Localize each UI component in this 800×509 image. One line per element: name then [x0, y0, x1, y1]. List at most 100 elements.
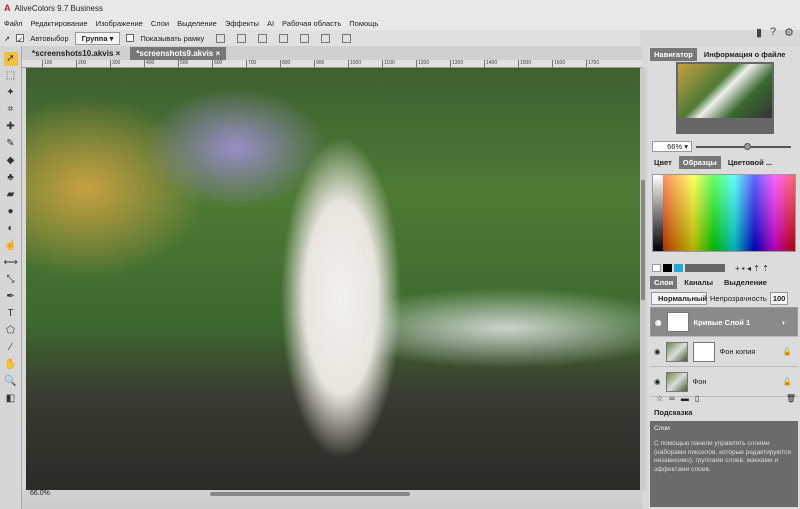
align-middle-icon[interactable] — [300, 33, 310, 43]
layer-row[interactable]: ◉ Кривые Слой 1 ◑ — [650, 307, 798, 337]
hint-text: С помощью панели управлять слоями (набор… — [654, 439, 791, 474]
layer-row[interactable]: ◉ Фон 🔓 — [650, 367, 798, 397]
dodge-tool-icon[interactable]: ◐ — [4, 222, 18, 236]
stamp-tool-icon[interactable]: ♣ — [4, 171, 18, 185]
crop-tool-icon[interactable]: ⌗ — [4, 103, 18, 117]
tab-channels[interactable]: Каналы — [680, 276, 717, 289]
tab-label: *screenshots10.akvis — [32, 49, 114, 58]
vertical-scroll-thumb[interactable] — [641, 180, 645, 300]
eraser-tool-icon[interactable]: ▰ — [4, 188, 18, 202]
tab-screenshots9[interactable]: *screenshots9.akvis × — [130, 47, 227, 60]
align-left-icon[interactable] — [216, 33, 226, 43]
eyedropper-tool-icon[interactable]: ⁄ — [4, 341, 18, 355]
blur-tool-icon[interactable]: ● — [4, 205, 18, 219]
menu-file[interactable]: Файл — [4, 19, 22, 28]
horizontal-scrollbar[interactable] — [22, 500, 642, 509]
move-tool-icon[interactable]: ➚ — [3, 52, 18, 66]
tab-color-wheel[interactable]: Цветовой ... — [724, 156, 776, 169]
tab-navigator[interactable]: Навигатор — [650, 48, 697, 61]
tab-layers[interactable]: Слои — [650, 276, 678, 289]
gear-icon[interactable]: ⚙ — [784, 26, 794, 39]
swatches-grid[interactable] — [652, 174, 796, 252]
menu-effects[interactable]: Эффекты — [225, 19, 259, 28]
navigator-preview[interactable] — [676, 62, 774, 134]
zoom-value: 66% — [667, 142, 683, 151]
navigator-thumbnail — [678, 64, 772, 118]
ruler-label: 100 — [42, 60, 76, 68]
tab-screenshots10[interactable]: *screenshots10.akvis × — [26, 47, 126, 60]
notification-icon[interactable]: ▮ — [756, 26, 762, 39]
menu-image[interactable]: Изображение — [96, 19, 143, 28]
text-tool-icon[interactable]: T — [4, 307, 18, 321]
group-select[interactable]: Группа ▾ — [74, 31, 121, 45]
shape-tool-icon[interactable]: ⬠ — [4, 324, 18, 338]
zoom-slider[interactable] — [696, 142, 791, 150]
hand-tool-icon[interactable]: ✋ — [4, 358, 18, 372]
menu-help[interactable]: Помощь — [349, 19, 378, 28]
help-icon[interactable]: ? — [770, 26, 776, 39]
tab-swatches[interactable]: Образцы — [678, 156, 721, 169]
swatch-actions-icon[interactable]: + ▪ ◂ ⇡ ⇡ — [735, 264, 769, 273]
ruler-label: 800 — [280, 60, 314, 68]
tab-selection[interactable]: Выделение — [720, 276, 771, 289]
menu-layers[interactable]: Слои — [151, 19, 169, 28]
ruler-label: 900 — [314, 60, 348, 68]
swatch[interactable] — [685, 264, 725, 272]
align-center-icon[interactable] — [237, 33, 247, 43]
tab-color[interactable]: Цвет — [650, 156, 676, 169]
new-layer-icon[interactable]: ▯ — [695, 394, 699, 403]
marquee-tool-icon[interactable]: ⬚ — [4, 69, 18, 83]
swatch[interactable] — [652, 264, 661, 272]
magic-wand-icon[interactable]: ✦ — [4, 86, 18, 100]
zoom-tool-icon[interactable]: 🔍 — [4, 375, 18, 389]
show-frame-checkbox[interactable] — [126, 34, 135, 42]
lock-icon[interactable]: 🔓 — [783, 377, 792, 386]
blend-mode-select[interactable]: Нормальный — [651, 292, 707, 305]
horizontal-scroll-thumb[interactable] — [210, 492, 410, 496]
visibility-icon[interactable]: ◉ — [655, 318, 662, 327]
color-swatches-icon[interactable]: ◧ — [4, 392, 18, 406]
zoom-select[interactable]: 66% ▾ — [652, 141, 692, 152]
title-bar: A AliveColors 9.7 Business — [0, 0, 800, 16]
layer-row[interactable]: ◉ Фон копия 🔓 — [650, 337, 798, 367]
link-icon[interactable]: ∞ — [669, 394, 675, 403]
visibility-icon[interactable]: ◉ — [654, 347, 661, 356]
gray-swatches[interactable] — [653, 175, 663, 251]
menu-ai[interactable]: AI — [267, 19, 274, 28]
align-right-icon[interactable] — [258, 33, 268, 43]
zoom-slider-knob[interactable] — [744, 142, 752, 150]
folder-icon[interactable]: ▬ — [681, 394, 689, 403]
swatch[interactable] — [663, 264, 672, 272]
transform-tool-icon[interactable]: ⤡ — [4, 273, 18, 287]
document-tabs: *screenshots10.akvis × *screenshots9.akv… — [22, 46, 642, 60]
visibility-icon[interactable]: ◉ — [654, 377, 661, 386]
app-title: AliveColors 9.7 Business — [14, 3, 103, 13]
ruler-label: 1500 — [518, 60, 552, 68]
fx-icon[interactable]: ☆ — [656, 394, 663, 403]
lock-icon[interactable]: 🔓 — [783, 347, 792, 356]
menu-select[interactable]: Выделение — [177, 19, 217, 28]
brush-tool-icon[interactable]: ✎ — [4, 137, 18, 151]
smudge-tool-icon[interactable]: ☝ — [4, 239, 18, 253]
align-top-icon[interactable] — [279, 33, 289, 43]
healing-tool-icon[interactable]: ✚ — [4, 120, 18, 134]
menu-bar: Файл Редактирование Изображение Слои Выделен… — [0, 16, 800, 30]
ruler-label: 1200 — [416, 60, 450, 68]
layer-thumbnail — [665, 371, 688, 392]
trash-icon[interactable]: 🗑 — [786, 394, 796, 403]
tab-file-info[interactable]: Информация о файле — [700, 48, 790, 61]
align-bottom-icon[interactable] — [321, 33, 331, 43]
distribute-icon[interactable] — [342, 33, 352, 43]
symmetry-tool-icon[interactable]: ⟷ — [4, 256, 18, 270]
fill-tool-icon[interactable]: ◆ — [4, 154, 18, 168]
menu-workspace[interactable]: Рабочая область — [282, 19, 341, 28]
image-canvas[interactable] — [26, 68, 640, 490]
swatch[interactable] — [674, 264, 683, 272]
opacity-input[interactable]: 100 — [769, 292, 789, 305]
options-bar: ➚ ✓ Автовыбор Группа ▾ Показывать рамку — [0, 30, 640, 46]
pen-tool-icon[interactable]: ✒ — [4, 290, 18, 304]
move-tool-icon: ➚ — [4, 33, 11, 43]
menu-edit[interactable]: Редактирование — [30, 19, 87, 28]
autoselect-checkbox[interactable]: ✓ — [16, 34, 25, 44]
adjustment-icon: ◑ — [780, 317, 785, 327]
